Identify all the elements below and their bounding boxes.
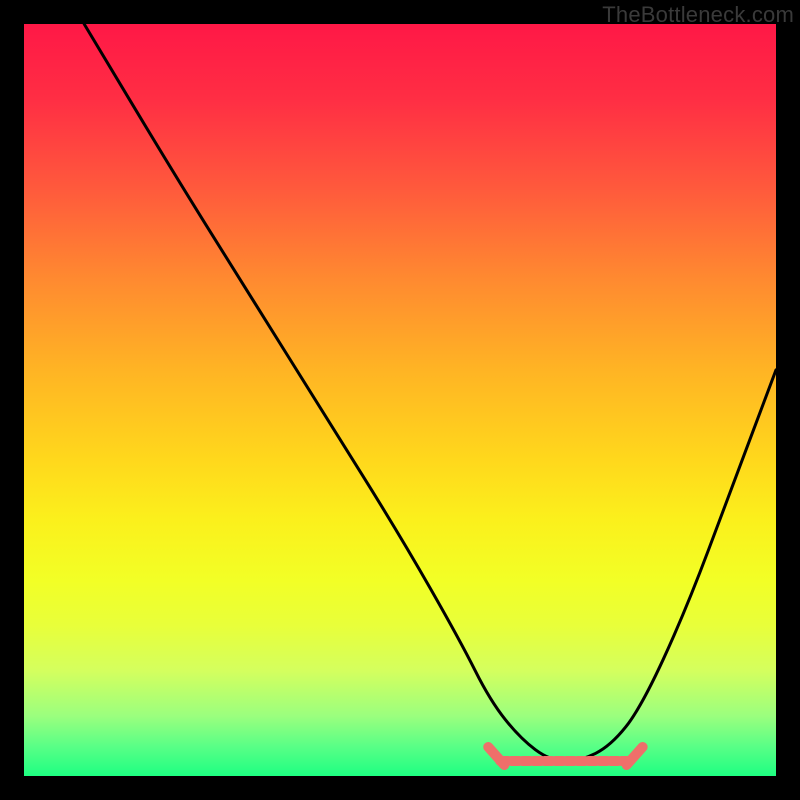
flat-segment-right-cap xyxy=(627,747,643,765)
curve-line xyxy=(84,24,776,761)
flat-segment-left-cap xyxy=(488,747,504,765)
plot-frame xyxy=(24,24,776,776)
chart-container: TheBottleneck.com xyxy=(0,0,800,800)
chart-svg xyxy=(24,24,776,776)
